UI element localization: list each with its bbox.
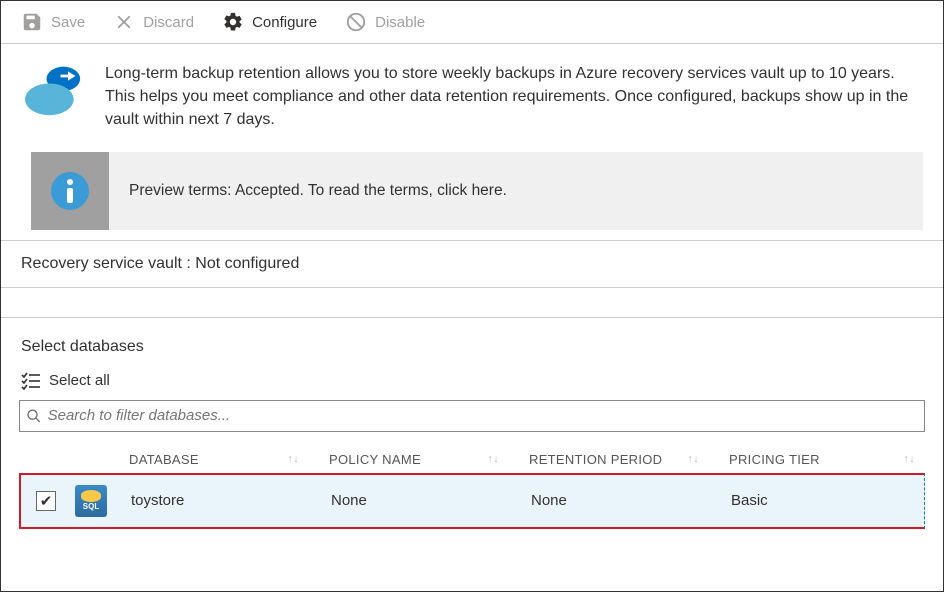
preview-terms-banner[interactable]: Preview terms: Accepted. To read the ter… <box>31 152 923 230</box>
sort-icon: ↑↓ <box>287 456 299 463</box>
sort-icon: ↑↓ <box>903 456 915 463</box>
discard-button[interactable]: Discard <box>113 11 194 33</box>
sort-icon: ↑↓ <box>487 456 499 463</box>
cell-database: toystore <box>131 492 331 509</box>
vault-label: Recovery service vault : <box>21 255 195 272</box>
select-all-button[interactable]: Select all <box>1 366 943 396</box>
spacer <box>1 288 943 318</box>
col-tier[interactable]: PRICING TIER ↑↓ <box>729 452 925 467</box>
col-policy[interactable]: POLICY NAME ↑↓ <box>329 452 529 467</box>
databases-table: DATABASE ↑↓ POLICY NAME ↑↓ RETENTION PER… <box>19 446 925 529</box>
cloud-icon <box>21 62 87 121</box>
vault-value: Not configured <box>195 255 299 272</box>
cell-policy: None <box>331 492 531 509</box>
info-icon-box <box>31 152 109 230</box>
discard-label: Discard <box>143 14 194 31</box>
close-icon <box>113 11 135 33</box>
table-header: DATABASE ↑↓ POLICY NAME ↑↓ RETENTION PER… <box>19 446 925 473</box>
save-label: Save <box>51 14 85 31</box>
banner-text: Preview terms: Accepted. To read the ter… <box>109 182 527 200</box>
recovery-vault-row[interactable]: Recovery service vault : Not configured <box>1 241 943 288</box>
blocked-icon <box>345 11 367 33</box>
sql-database-icon: SQL <box>75 485 107 517</box>
select-all-label: Select all <box>49 372 110 389</box>
disable-label: Disable <box>375 14 425 31</box>
description-text: Long-term backup retention allows you to… <box>105 62 923 132</box>
search-box[interactable] <box>19 400 925 432</box>
col-retention[interactable]: RETENTION PERIOD ↑↓ <box>529 452 729 467</box>
configure-button[interactable]: Configure <box>222 11 317 33</box>
cell-retention: None <box>531 492 731 509</box>
sort-icon: ↑↓ <box>687 456 699 463</box>
gear-icon <box>222 11 244 33</box>
description-row: Long-term backup retention allows you to… <box>1 44 943 152</box>
checklist-icon <box>21 372 41 390</box>
search-icon <box>26 408 42 424</box>
save-icon <box>21 11 43 33</box>
disable-button[interactable]: Disable <box>345 11 425 33</box>
select-databases-label: Select databases <box>1 318 943 366</box>
cell-tier: Basic <box>731 492 924 509</box>
row-checkbox[interactable]: ✔ <box>36 491 56 511</box>
col-database[interactable]: DATABASE ↑↓ <box>129 452 329 467</box>
configure-label: Configure <box>252 14 317 31</box>
search-input[interactable] <box>48 407 918 424</box>
info-icon <box>49 170 91 212</box>
table-row[interactable]: ✔ SQL toystore None None Basic <box>19 473 925 529</box>
save-button[interactable]: Save <box>21 11 85 33</box>
toolbar: Save Discard Configure Disable <box>1 1 943 44</box>
